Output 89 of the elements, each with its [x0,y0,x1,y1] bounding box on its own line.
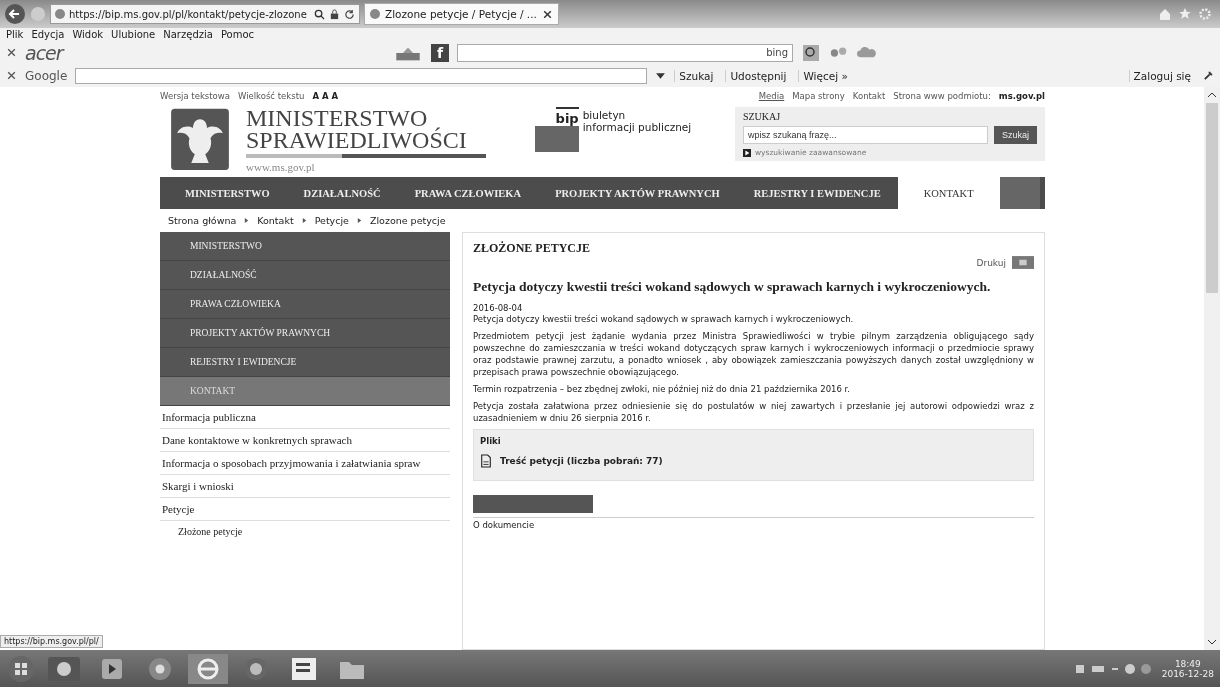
star-icon[interactable] [1178,7,1192,21]
top-link[interactable]: Mapa strony [792,91,845,101]
print-link[interactable]: Drukuj [976,257,1006,268]
browser-tab[interactable]: Zlozone petycje / Petycje / ... [364,3,559,25]
section-menu-item[interactable]: DZIAŁALNOŚĆ [160,261,450,290]
menu-item[interactable]: Pomoc [220,29,255,40]
menu-item[interactable]: Edycja [31,29,65,40]
scrollbar[interactable] [1204,87,1220,650]
arrow-icon [742,148,751,157]
search-button[interactable]: Szukaj [994,126,1037,144]
sidebar-link[interactable]: Petycje [160,498,450,521]
sidebar-link[interactable]: Informacja o sposobach przyjmowania i załatwiania spraw [160,452,450,475]
search-icon[interactable] [314,8,325,20]
paragraph: Termin rozpatrzenia – bez zbędnej zwłoki, nie później niż do dnia 21 października 2016 r. [473,383,852,395]
nav-tab[interactable]: PRAWA CZŁOWIEKA [397,177,539,209]
website-url[interactable]: www.ms.gov.pl [246,161,511,173]
breadcrumb-link[interactable]: Strona główna [168,215,237,226]
google-logo: Google [25,68,68,83]
menu-item[interactable]: Ulubione [111,29,156,40]
chevron-icon [356,217,362,224]
wrench-icon[interactable] [1203,70,1214,81]
login-button[interactable]: Zaloguj się [1128,69,1195,82]
share-button[interactable]: Udostępnij [725,69,791,82]
top-link[interactable]: Wersja tekstowa [160,91,230,101]
site-icon [370,9,380,19]
close-icon[interactable] [6,70,17,81]
sidebar-link[interactable]: Dane kontaktowe w konkretnych sprawach [160,429,450,452]
nav-tab[interactable]: REJESTRY I EWIDENCJE [736,177,898,209]
scroll-down-icon[interactable] [1207,638,1217,646]
top-link[interactable]: Kontakt [852,91,886,101]
search-field[interactable] [75,67,648,84]
section-menu-item[interactable]: MINISTERSTWO [160,232,450,261]
paragraph: Petycja została załatwiona przez odniesienie się do postulatów w niej zawartych i przesłanie jej autorowi odpowiedzi wraz z uzasadnieniem w dniu 26 sierpnia 2016 r. [473,400,1034,424]
back-icon[interactable] [4,3,26,25]
sidebar-link[interactable]: Skargi i wnioski [160,475,450,498]
document-icon[interactable] [480,454,492,468]
address-bar[interactable]: https://bip.ms.gov.pl/pl/kontakt/petycje-zlozone [50,4,360,24]
search-button[interactable]: Szukaj [674,69,718,82]
about-document[interactable]: O dokumencie [473,517,1034,530]
status-url: https://bip.ms.gov.pl/pl/ [0,635,103,648]
menu-item[interactable]: Plik [6,29,24,40]
petition-title: Petycja dotyczy kwestii treści wokand sądowych w sprawach karnych i wykroczeniowych. [473,279,992,295]
facebook-icon[interactable]: f [431,43,449,62]
section-menu-item[interactable]: PROJEKTY AKTÓW PRAWNYCH [160,319,450,348]
site-icon [55,9,65,19]
top-link[interactable]: Wielkość tekstu [237,91,305,101]
lock-icon[interactable] [329,8,340,20]
sidebar-link[interactable]: Złożone petycje [160,521,450,542]
nav-tab[interactable]: DZIAŁALNOŚĆ [286,177,398,209]
sidebar-link[interactable]: Informacja publiczna [160,406,450,429]
close-icon[interactable] [541,8,553,20]
top-link[interactable]: Media [758,91,785,101]
search-icon[interactable] [801,43,821,62]
clock[interactable]: 18:49 2016-12-28 [1161,658,1214,679]
search-field[interactable]: bing [457,43,793,62]
page-heading: ZŁOŻONE PETYCJE [473,241,591,256]
nav-end-block [999,177,1040,209]
breadcrumb-link[interactable]: Petycje [314,215,349,226]
files-heading: Pliki [480,436,502,446]
more-button[interactable]: Więcej » [798,69,852,82]
file-link[interactable]: Treść petycji (liczba pobrań: 77) [500,456,663,466]
site-label: Strona www podmiotu: [893,91,991,101]
dropdown-icon[interactable] [655,70,667,81]
paragraph: Petycja dotyczy kwestii treści wokand sądowych w sprawach karnych i wykroczeniowych. [473,313,855,325]
menu-item[interactable]: Widok [72,29,104,40]
tray-icons-drawing[interactable] [1073,661,1154,676]
nav-tab[interactable]: MINISTERSTWO [168,177,287,209]
scroll-up-icon[interactable] [1207,91,1217,99]
close-icon[interactable] [6,47,17,58]
acer-logo: acer [25,41,66,64]
printer-icon[interactable] [1012,256,1034,269]
text-size-links[interactable]: A A A [312,91,339,101]
site-link[interactable]: ms.gov.pl [998,91,1045,101]
nav-tab[interactable]: PROJEKTY AKTÓW PRAWNYCH [538,177,737,209]
scroll-thumb[interactable] [1206,103,1218,293]
section-menu-item[interactable]: PRAWA CZŁOWIEKA [160,290,450,319]
menu-item[interactable]: Narzędzia [163,29,213,40]
chevron-icon [244,217,250,224]
nav-tab[interactable]: KONTAKT [897,177,1000,209]
breadcrumb-link[interactable]: Kontakt [257,215,294,226]
ministry-title: SPRAWIEDLIWOŚCI [246,129,468,151]
breadcrumb-link[interactable]: Zlozone petycje [369,215,446,226]
ministry-title: MINISTERSTWO [246,107,428,129]
chevron-icon [301,217,307,224]
search-heading: SZUKAJ [742,111,782,122]
search-field[interactable]: wpisz szukaną frazę... [742,126,988,144]
refresh-icon[interactable] [344,8,355,20]
petition-date: 2016-08-04 [473,303,524,313]
paragraph: Przedmiotem petycji jest żądanie wydania przez Ministra Sprawiedliwości w trybie pilnym zarządzenia obligującego sądy powszechne do zamieszczania w treści wokand dotyczących spraw karnych i wykroczeniowych informacji o przedmiocie sprawy oraz podstawie prawnej zarzutu, a ponadto wniosek , aby obowiązek zamieszczania powyższych danych został uwzględniony w przepisach prawa powszechnie obowiązującego. [473,330,1034,378]
